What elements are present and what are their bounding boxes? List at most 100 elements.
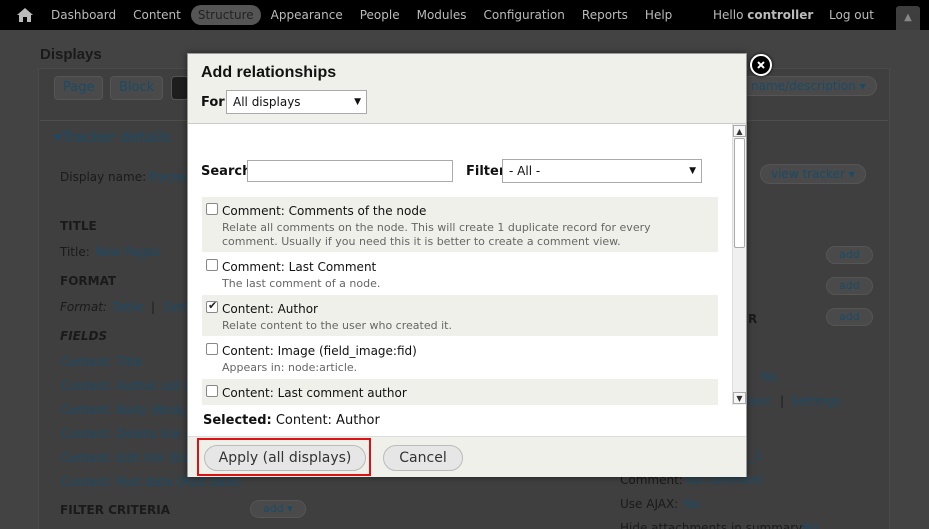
right-value-no[interactable]: No [761,370,777,384]
title-label: Title: [60,245,90,259]
selected-summary: Selected: Content: Author [203,413,380,428]
name-description-label: name/description [751,79,856,93]
option-checkbox[interactable] [206,385,218,397]
greeting-text: Hello [713,8,744,22]
vertical-scrollbar[interactable]: ▲ ▼ [732,124,746,405]
for-displays-value: All displays [233,95,301,109]
section-title[interactable]: ▾Tracker details [54,128,170,146]
right-basic-link[interactable]: asic [748,394,772,408]
list-item[interactable]: Content: Last comment author [202,379,718,405]
page-title: Displays [40,46,102,63]
scroll-down-arrow-icon[interactable]: ▼ [733,392,746,404]
add-button[interactable]: add [826,246,873,264]
search-input[interactable] [247,160,453,182]
hide-attachments-value[interactable]: No [802,521,818,529]
dialog-title: Add relationships [201,64,337,81]
tab-page[interactable]: Page [54,76,104,100]
selected-label: Selected: [203,413,272,428]
filter-add-label: add [263,502,284,515]
field-item[interactable]: Content: Delete link (D [61,427,199,441]
format-settings[interactable]: Sett [164,300,188,314]
fields-heading: FIELDS [60,329,108,343]
tab-block[interactable]: Block [110,76,164,100]
menu-people[interactable]: People [353,5,407,25]
section-title-label: Tracker details [61,128,171,146]
option-title: Comment: Comments of the node [222,204,427,218]
toolbar-menu: Dashboard Content Structure Appearance P… [44,0,682,30]
option-title: Content: Last comment author [222,386,407,400]
cancel-button[interactable]: Cancel [383,445,463,471]
close-icon[interactable] [750,54,772,76]
menu-appearance[interactable]: Appearance [264,5,350,25]
option-title: Content: Image (field_image:fid) [222,344,417,358]
for-label: For [201,95,225,110]
home-icon[interactable] [14,6,36,24]
option-description: Relate all comments on the node. This wi… [222,221,651,248]
filter-select[interactable]: - All - ▼ [502,159,702,183]
menu-modules[interactable]: Modules [410,5,474,25]
field-item[interactable]: Content: Author uid (A [61,379,196,393]
right-separator: | [780,394,785,408]
scrollbar-thumb[interactable] [734,138,745,248]
option-description: Appears in: node:article. [222,361,358,374]
menu-dashboard[interactable]: Dashboard [44,5,123,25]
option-checkbox[interactable] [206,259,218,271]
display-name-label: Display name: [60,170,147,184]
option-title: Comment: Last Comment [222,260,377,274]
menu-content[interactable]: Content [126,5,188,25]
option-checkbox[interactable] [206,203,218,215]
title-value[interactable]: New Pages [95,245,160,259]
greeting: Hello controller [713,8,813,22]
menu-reports[interactable]: Reports [575,5,635,25]
user-name[interactable]: controller [747,8,813,22]
view-tracker-dropdown[interactable]: view tracker ▾ [760,164,866,184]
shortcuts-toggle-icon[interactable]: ▲ [896,6,920,30]
filter-criteria-heading: FILTER CRITERIA [60,503,171,517]
format-label: Format: [60,300,107,314]
add-button[interactable]: add [826,277,873,295]
ajax-label: Use AJAX: [620,497,679,511]
for-displays-select[interactable]: All displays ▼ [226,90,367,114]
scroll-up-arrow-icon[interactable]: ▲ [733,125,746,137]
search-label: Search [201,164,252,179]
view-tracker-label: view tracker [771,167,845,181]
dialog-body: Search Filter - All - ▼ Comment: Comment… [188,124,746,405]
format-value[interactable]: Table [112,300,144,314]
option-checkbox[interactable] [206,343,218,355]
list-item[interactable]: Content: Author Relate content to the us… [202,295,718,336]
field-item[interactable]: Content: Post date (Post date) [61,475,242,489]
list-item[interactable]: Comment: Comments of the node Relate all… [202,197,718,252]
option-title: Content: Author [222,302,318,316]
hide-attachments-label: Hide attachments in summary: [620,521,806,529]
format-separator: | [151,300,156,314]
right-settings-link[interactable]: Settings [791,394,840,408]
option-checkbox-checked[interactable] [206,299,218,313]
filter-add-button[interactable]: add ▾ [250,500,306,518]
filter-label: Filter [466,164,506,179]
field-item[interactable]: Content: Edit link (Edi [61,451,192,465]
dropdown-arrow-icon: ▼ [689,166,696,176]
admin-toolbar: Dashboard Content Structure Appearance P… [0,0,929,30]
dialog-header: Add relationships For All displays ▼ [188,54,746,124]
list-item[interactable]: Comment: Last Comment The last comment o… [202,253,718,293]
display-name-value[interactable]: Tracke [148,170,186,184]
option-description: Relate content to the user who created i… [222,319,452,332]
menu-structure[interactable]: Structure [190,5,261,25]
right-link-1[interactable]: _1 [748,449,762,463]
ajax-value[interactable]: No [684,497,700,511]
title-heading: TITLE [60,219,97,233]
field-item[interactable]: Content: Body (Body) [61,403,190,417]
logout-link[interactable]: Log out [829,8,874,22]
menu-configuration[interactable]: Configuration [477,5,572,25]
menu-help[interactable]: Help [638,5,679,25]
field-item[interactable]: Content: Title [61,355,142,369]
right-column-heading: R [748,312,758,326]
add-button[interactable]: add [826,308,873,326]
list-item[interactable]: Content: Image (field_image:fid) Appears… [202,337,718,377]
edit-view-name-dropdown[interactable]: name/description ▾ [740,76,877,96]
add-relationships-dialog: Add relationships For All displays ▼ Sea… [187,53,747,477]
filter-value: - All - [509,164,541,178]
option-description: The last comment of a node. [222,277,381,290]
selected-value: Content: Author [275,413,380,428]
format-heading: FORMAT [60,274,117,288]
